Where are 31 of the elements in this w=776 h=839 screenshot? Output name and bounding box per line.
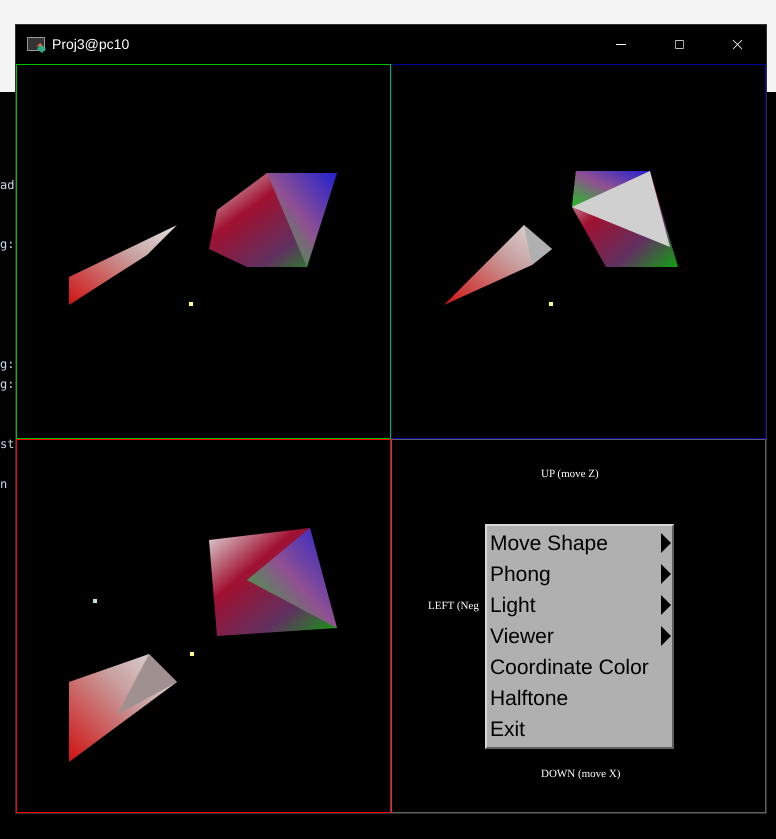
submenu-arrow-icon — [661, 564, 671, 584]
menu-item[interactable]: Phong — [490, 558, 672, 590]
maximize-icon — [674, 39, 684, 50]
submenu-arrow-icon — [661, 595, 671, 615]
menu-item[interactable]: Light — [490, 590, 672, 620]
app-icon — [27, 36, 47, 52]
axis-marker-icon — [93, 598, 97, 602]
origin-marker-icon — [549, 302, 553, 306]
menu-item[interactable]: Viewer — [490, 620, 672, 652]
menu-item[interactable]: Coordinate Color — [490, 652, 672, 682]
hint-label: UP (move Z) — [541, 466, 599, 482]
background-text: st — [0, 436, 14, 453]
hint-label: DOWN (move X) — [541, 766, 620, 782]
submenu-arrow-icon — [661, 626, 671, 646]
submenu-arrow-icon — [661, 533, 671, 553]
menu-item[interactable]: Exit — [490, 714, 672, 744]
viewport[interactable]: UP (move Z) LEFT (Neg Move Shape Phong Light Viewer Coordinate Color Halftone Exit DOWN (move X) — [391, 438, 766, 813]
background-text: g: — [0, 356, 14, 373]
viewport[interactable] — [391, 64, 766, 438]
window-title: Proj3@pc10 — [52, 35, 130, 54]
minimize-icon — [616, 44, 626, 45]
menu-item[interactable]: Move Shape — [490, 528, 672, 558]
viewport[interactable] — [16, 438, 391, 813]
background-text: g: — [0, 376, 14, 393]
background-text: g: — [0, 236, 14, 253]
menu-item[interactable]: Halftone — [490, 682, 672, 714]
background-text: n — [0, 476, 8, 493]
origin-marker-icon — [189, 302, 193, 306]
origin-marker-icon — [190, 652, 194, 656]
background-text: ad — [0, 177, 14, 194]
hint-label: LEFT (Neg — [428, 598, 479, 614]
